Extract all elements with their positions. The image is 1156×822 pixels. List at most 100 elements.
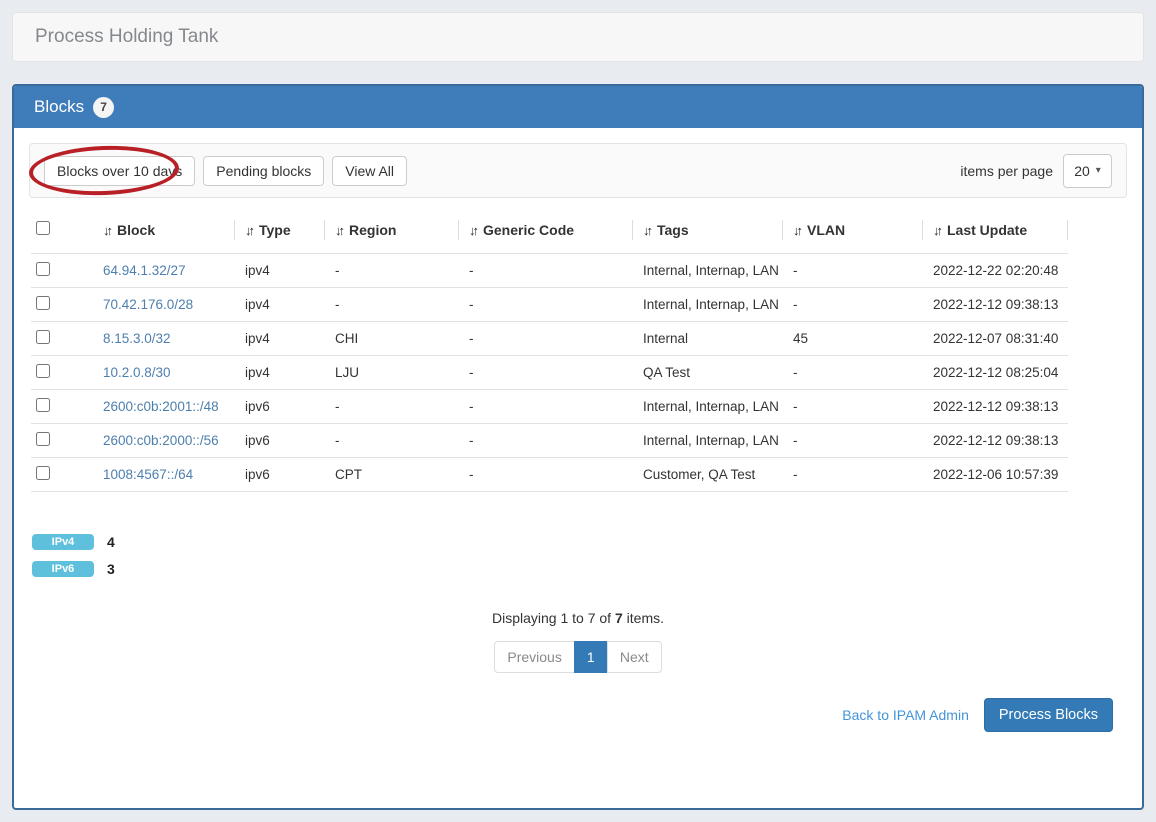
row-checkbox[interactable] [36, 466, 50, 480]
blocks-over-10-days-button[interactable]: Blocks over 10 days [44, 156, 195, 186]
row-checkbox[interactable] [36, 330, 50, 344]
table-header-row: ↓↑Block ↓↑Type ↓↑Region ↓↑Generic Code ↓… [31, 207, 1068, 253]
sort-icon[interactable]: ↓↑ [103, 223, 110, 238]
row-checkbox[interactable] [36, 364, 50, 378]
table-row: 64.94.1.32/27 ipv4 - - Internal, Interna… [31, 253, 1068, 287]
column-header-tags[interactable]: ↓↑Tags [633, 207, 783, 253]
row-checkbox[interactable] [36, 398, 50, 412]
region-cell: - [325, 287, 459, 321]
region-cell: - [325, 253, 459, 287]
block-link[interactable]: 70.42.176.0/28 [103, 297, 193, 312]
column-header-region[interactable]: ↓↑Region [325, 207, 459, 253]
column-header-generic-code[interactable]: ↓↑Generic Code [459, 207, 633, 253]
tags-cell: Internal, Internap, LAN [633, 287, 783, 321]
type-cell: ipv4 [235, 355, 325, 389]
column-header-type[interactable]: ↓↑Type [235, 207, 325, 253]
last-update-cell: 2022-12-06 10:57:39 [923, 457, 1068, 491]
table-row: 70.42.176.0/28 ipv4 - - Internal, Intern… [31, 287, 1068, 321]
sort-icon[interactable]: ↓↑ [245, 223, 252, 238]
type-cell: ipv4 [235, 253, 325, 287]
select-all-checkbox[interactable] [36, 221, 50, 235]
sort-icon[interactable]: ↓↑ [933, 223, 940, 238]
items-per-page-select[interactable]: 20 ▾ [1063, 154, 1112, 188]
blocks-count-badge: 7 [93, 97, 114, 118]
type-cell: ipv4 [235, 287, 325, 321]
vlan-cell: - [783, 389, 923, 423]
last-update-cell: 2022-12-22 02:20:48 [923, 253, 1068, 287]
type-cell: ipv6 [235, 389, 325, 423]
row-checkbox[interactable] [36, 432, 50, 446]
generic-code-cell: - [459, 389, 633, 423]
tags-cell: Customer, QA Test [633, 457, 783, 491]
tags-cell: QA Test [633, 355, 783, 389]
column-header-block[interactable]: ↓↑Block [93, 207, 235, 253]
next-page-button[interactable]: Next [607, 641, 662, 673]
back-to-ipam-admin-link[interactable]: Back to IPAM Admin [842, 707, 969, 723]
previous-page-button[interactable]: Previous [494, 641, 574, 673]
vlan-cell: 45 [783, 321, 923, 355]
block-link[interactable]: 8.15.3.0/32 [103, 331, 171, 346]
panel-title: Blocks [34, 97, 84, 117]
vlan-cell: - [783, 287, 923, 321]
region-cell: CHI [325, 321, 459, 355]
tags-cell: Internal, Internap, LAN [633, 423, 783, 457]
generic-code-cell: - [459, 253, 633, 287]
tags-cell: Internal, Internap, LAN [633, 389, 783, 423]
table-row: 2600:c0b:2001::/48 ipv6 - - Internal, In… [31, 389, 1068, 423]
table-row: 1008:4567::/64 ipv6 CPT - Customer, QA T… [31, 457, 1068, 491]
region-cell: - [325, 423, 459, 457]
region-cell: CPT [325, 457, 459, 491]
block-link[interactable]: 64.94.1.32/27 [103, 263, 186, 278]
blocks-table-body: 64.94.1.32/27 ipv4 - - Internal, Interna… [31, 253, 1068, 491]
type-cell: ipv6 [235, 457, 325, 491]
pending-blocks-button[interactable]: Pending blocks [203, 156, 324, 186]
vlan-cell: - [783, 355, 923, 389]
last-update-cell: 2022-12-07 08:31:40 [923, 321, 1068, 355]
generic-code-cell: - [459, 321, 633, 355]
vlan-cell: - [783, 423, 923, 457]
vlan-cell: - [783, 457, 923, 491]
page-title: Process Holding Tank [35, 26, 218, 48]
region-cell: LJU [325, 355, 459, 389]
last-update-cell: 2022-12-12 09:38:13 [923, 389, 1068, 423]
block-link[interactable]: 2600:c0b:2001::/48 [103, 399, 219, 414]
pagination: Previous 1 Next [14, 641, 1142, 673]
tags-cell: Internal [633, 321, 783, 355]
blocks-panel: Blocks 7 Blocks over 10 days Pending blo… [12, 84, 1144, 810]
generic-code-cell: - [459, 423, 633, 457]
view-all-button[interactable]: View All [332, 156, 407, 186]
column-header-vlan[interactable]: ↓↑VLAN [783, 207, 923, 253]
page-title-bar: Process Holding Tank [12, 12, 1144, 62]
type-cell: ipv6 [235, 423, 325, 457]
generic-code-cell: - [459, 457, 633, 491]
table-row: 10.2.0.8/30 ipv4 LJU - QA Test - 2022-12… [31, 355, 1068, 389]
page-1-button[interactable]: 1 [574, 641, 608, 673]
displaying-status-text: Displaying 1 to 7 of 7 items. [14, 610, 1142, 626]
ipv4-count: 4 [107, 534, 115, 550]
generic-code-cell: - [459, 355, 633, 389]
items-per-page-label: items per page [960, 163, 1053, 179]
table-row: 8.15.3.0/32 ipv4 CHI - Internal 45 2022-… [31, 321, 1068, 355]
sort-icon[interactable]: ↓↑ [335, 223, 342, 238]
filter-toolbar: Blocks over 10 days Pending blocks View … [29, 143, 1127, 198]
block-link[interactable]: 1008:4567::/64 [103, 467, 193, 482]
blocks-table: ↓↑Block ↓↑Type ↓↑Region ↓↑Generic Code ↓… [31, 207, 1142, 492]
blocks-panel-header: Blocks 7 [14, 86, 1142, 128]
ip-version-summary: IPv4 4 IPv6 3 [32, 534, 1142, 577]
column-header-last-update[interactable]: ↓↑Last Update [923, 207, 1068, 253]
block-link[interactable]: 10.2.0.8/30 [103, 365, 171, 380]
row-checkbox[interactable] [36, 296, 50, 310]
row-checkbox[interactable] [36, 262, 50, 276]
region-cell: - [325, 389, 459, 423]
caret-down-icon: ▾ [1096, 165, 1101, 176]
generic-code-cell: - [459, 287, 633, 321]
block-link[interactable]: 2600:c0b:2000::/56 [103, 433, 219, 448]
sort-icon[interactable]: ↓↑ [469, 223, 476, 238]
last-update-cell: 2022-12-12 08:25:04 [923, 355, 1068, 389]
sort-icon[interactable]: ↓↑ [643, 223, 650, 238]
ipv4-badge: IPv4 [32, 534, 94, 550]
type-cell: ipv4 [235, 321, 325, 355]
sort-icon[interactable]: ↓↑ [793, 223, 800, 238]
process-blocks-button[interactable]: Process Blocks [984, 698, 1113, 732]
vlan-cell: - [783, 253, 923, 287]
